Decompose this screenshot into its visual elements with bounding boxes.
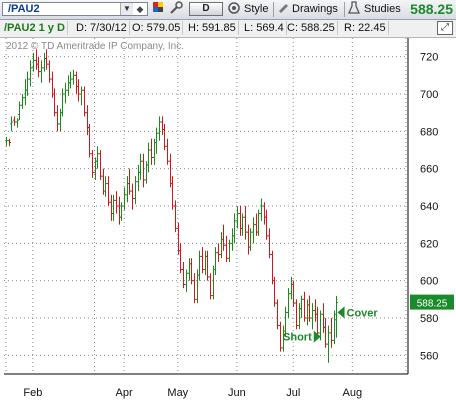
chevron-down-icon[interactable]: ▼ bbox=[120, 3, 133, 15]
price-tag-label: 588.25 bbox=[417, 299, 448, 310]
symbol-period: /PAU2 1 y D bbox=[2, 21, 68, 35]
x-tick-label: May bbox=[167, 387, 188, 399]
x-tick-label: Feb bbox=[23, 387, 42, 399]
studies-menu[interactable]: Studies bbox=[364, 1, 401, 17]
copyright-text: 2012 © TD Ameritrade IP Company, Inc. bbox=[6, 41, 185, 52]
chart-canvas[interactable]: 560 580 600 620 640 660 680 700 720 Feb Apr May Jun… bbox=[0, 38, 456, 402]
drawings-menu[interactable]: Drawings bbox=[292, 1, 338, 17]
price-chart: 560 580 600 620 640 660 680 700 720 Feb Apr May Jun… bbox=[0, 38, 456, 402]
y-tick-label: 660 bbox=[420, 164, 438, 176]
y-tick-label: 620 bbox=[420, 238, 438, 250]
pencil-icon bbox=[276, 1, 290, 17]
x-tick-label: Jul bbox=[286, 387, 300, 399]
symbol-selector[interactable]: /PAU2 ▼ ◆ bbox=[2, 2, 148, 16]
last-price-tag: 588.25 bbox=[410, 294, 454, 310]
quote-info-bar: /PAU2 1 y D D: 7/30/12 O: 579.05 H: 591.… bbox=[0, 20, 456, 38]
last-price: 588.25 bbox=[410, 1, 453, 17]
wrench-icon[interactable] bbox=[167, 1, 185, 17]
toolbar-divider bbox=[273, 2, 274, 17]
link-icon[interactable]: ◆ bbox=[134, 3, 146, 15]
bar-high: H: 591.85 bbox=[186, 21, 239, 35]
y-tick-label: 700 bbox=[420, 89, 438, 101]
style-icon bbox=[226, 1, 242, 17]
y-tick-label: 580 bbox=[420, 313, 438, 325]
cover-signal: Cover bbox=[337, 306, 379, 319]
y-tick-label: 720 bbox=[420, 52, 438, 64]
color-palette-icon[interactable] bbox=[151, 1, 165, 17]
chart-toolbar: /PAU2 ▼ ◆ D Style Drawings Studies 588.2… bbox=[0, 0, 456, 20]
cover-label: Cover bbox=[347, 307, 379, 319]
bar-low: L: 569.4 bbox=[242, 21, 287, 35]
y-tick-label: 640 bbox=[420, 201, 438, 213]
bar-range: R: 22.45 bbox=[342, 21, 389, 35]
bar-close: C: 588.25 bbox=[285, 21, 338, 35]
flask-icon bbox=[347, 1, 361, 17]
x-tick-label: Aug bbox=[343, 387, 363, 399]
x-tick-label: Apr bbox=[116, 387, 133, 399]
y-tick-label: 560 bbox=[420, 350, 438, 362]
y-tick-label: 600 bbox=[420, 276, 438, 288]
chart-settings-icon[interactable]: ⤢ bbox=[437, 21, 453, 35]
style-menu[interactable]: Style bbox=[244, 1, 268, 17]
bar-open: O: 579.05 bbox=[130, 21, 184, 35]
symbol-input[interactable]: /PAU2 bbox=[8, 3, 40, 16]
y-tick-label: 680 bbox=[420, 126, 438, 138]
short-label: Short bbox=[283, 332, 312, 344]
daily-period-button[interactable]: D bbox=[189, 2, 223, 16]
x-tick-label: Jun bbox=[228, 387, 246, 399]
toolbar-divider bbox=[344, 2, 345, 17]
bar-date: D: 7/30/12 bbox=[74, 21, 130, 35]
